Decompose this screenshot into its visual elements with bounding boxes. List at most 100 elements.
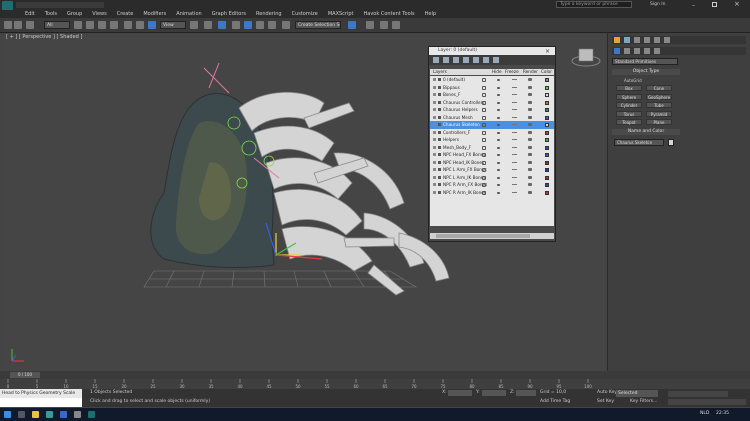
reference-coordinate-dropdown[interactable]: View (160, 21, 186, 29)
undo-icon[interactable] (4, 21, 12, 29)
menu-graph-editors[interactable]: Graph Editors (207, 11, 251, 17)
active-layer-checkbox[interactable] (482, 78, 486, 82)
hierarchy-tab-icon[interactable] (634, 37, 640, 43)
layer-color-swatch[interactable] (545, 108, 549, 112)
modify-tab-icon[interactable] (624, 37, 630, 43)
search-input[interactable]: Type a keyword or phrase (556, 1, 632, 8)
primitive-pyramid-button[interactable]: Pyramid (646, 110, 672, 117)
active-layer-checkbox[interactable] (482, 100, 486, 105)
layer-expand-icon[interactable] (433, 85, 436, 89)
hide-toggle[interactable] (497, 131, 500, 134)
layer-color-swatch[interactable] (545, 183, 549, 187)
layer-row[interactable]: NPC L Arm_IK Bones (430, 174, 554, 182)
freeze-toggle[interactable] (512, 116, 517, 118)
active-layer-checkbox[interactable] (482, 138, 486, 142)
select-by-name-icon[interactable] (86, 21, 94, 29)
render-toggle[interactable] (528, 138, 532, 141)
hide-toggle[interactable] (497, 191, 500, 194)
render-toggle[interactable] (528, 168, 532, 171)
pivot-icon[interactable] (190, 21, 198, 29)
layer-row[interactable]: Chaurus Mesh (430, 114, 554, 122)
active-layer-checkbox[interactable] (482, 145, 486, 150)
motion-tab-icon[interactable] (644, 37, 650, 43)
menu-group[interactable]: Group (62, 11, 87, 17)
render-toggle[interactable] (528, 153, 532, 156)
hide-toggle[interactable] (497, 86, 500, 89)
primitive-tube-button[interactable]: Tube (646, 102, 672, 108)
layer-row[interactable]: Chaurus Skeleton (430, 121, 554, 129)
search-icon[interactable] (18, 411, 25, 418)
freeze-toggle[interactable] (512, 109, 517, 110)
layer-row[interactable]: Chaurus Helpers (430, 106, 554, 114)
maximize-button[interactable] (712, 2, 717, 7)
name-color-rollout[interactable]: Name and Color (612, 129, 680, 135)
select-manipulate-icon[interactable] (204, 21, 212, 29)
layer-color-swatch[interactable] (545, 160, 549, 165)
create-tab-icon[interactable] (614, 37, 620, 43)
freeze-toggle[interactable] (512, 101, 517, 103)
edit-named-selection-icon[interactable] (282, 21, 290, 29)
primitive-plane-button[interactable]: Plane (646, 119, 672, 125)
layer-color-swatch[interactable] (545, 175, 549, 180)
render-toggle[interactable] (528, 78, 532, 81)
layer-close-icon[interactable]: × (545, 48, 550, 55)
layer-row[interactable]: 0 (default) (430, 76, 554, 84)
layer-row[interactable]: NPC L Arm_FX Bones (430, 166, 554, 174)
3dsmax-taskbar-icon[interactable] (88, 411, 95, 418)
close-button[interactable]: × (734, 0, 740, 8)
active-layer-checkbox[interactable] (482, 183, 486, 187)
selection-filter-dropdown[interactable]: All (44, 21, 70, 29)
hide-toggle[interactable] (497, 116, 500, 119)
material-editor-icon[interactable] (366, 21, 374, 29)
render-toggle[interactable] (528, 130, 532, 134)
add-to-layer-icon[interactable] (453, 57, 459, 63)
freeze-toggle[interactable] (512, 131, 517, 133)
active-layer-checkbox[interactable] (482, 190, 486, 195)
shapes-icon[interactable] (624, 48, 630, 54)
layer-expand-icon[interactable] (433, 78, 436, 81)
layer-expand-icon[interactable] (433, 93, 436, 96)
freeze-toggle[interactable] (512, 161, 517, 163)
layer-color-swatch[interactable] (545, 85, 549, 90)
time-slider[interactable]: 0 / 100 (0, 371, 750, 379)
layer-row[interactable]: Bones_F (430, 91, 554, 99)
layer-row[interactable]: Helpers (430, 136, 554, 144)
col-freeze[interactable]: Freeze (505, 69, 519, 75)
hide-toggle[interactable] (497, 176, 500, 179)
render-setup-icon[interactable] (380, 21, 388, 29)
hide-toggle[interactable] (497, 79, 500, 81)
freeze-all-icon[interactable] (493, 57, 499, 63)
active-layer-checkbox[interactable] (482, 108, 486, 112)
hide-toggle[interactable] (497, 154, 500, 156)
time-slider-thumb[interactable]: 0 / 100 (10, 372, 40, 378)
render-toggle[interactable] (528, 145, 532, 149)
col-hide[interactable]: Hide (492, 69, 502, 75)
viewport-navigation[interactable] (668, 399, 746, 405)
auto-key-button[interactable]: Auto Key (597, 390, 617, 395)
active-layer-checkbox[interactable] (482, 115, 486, 120)
layer-row[interactable]: NPC Head_FX Bones (430, 151, 554, 159)
object-type-rollout[interactable]: Object Type (612, 69, 680, 75)
freeze-toggle[interactable] (512, 176, 517, 178)
layer-explorer-icon[interactable] (348, 21, 356, 29)
col-layers[interactable]: Layers (433, 69, 447, 75)
freeze-toggle[interactable] (512, 191, 517, 193)
render-toggle[interactable] (528, 85, 532, 89)
x-coord-field[interactable] (448, 390, 472, 396)
track-bar[interactable]: 0 5 10 15 20 25 30 35 40 45 50 55 60 65 70 75 80 85 90 95 10… (0, 379, 750, 389)
minimize-button[interactable]: – (692, 2, 695, 9)
layer-row[interactable]: Chaurus Controllers (430, 99, 554, 107)
layer-expand-icon[interactable] (433, 115, 436, 119)
layer-expand-icon[interactable] (433, 108, 436, 111)
playback-controls[interactable] (668, 391, 728, 397)
layer-row[interactable]: NPC Head_IK Bones (430, 159, 554, 167)
geometry-icon[interactable] (614, 48, 620, 54)
layer-row[interactable]: NPC R Arm_IK Bones (430, 189, 554, 197)
layer-color-swatch[interactable] (545, 138, 549, 142)
hide-toggle[interactable] (497, 169, 500, 171)
freeze-toggle[interactable] (512, 184, 517, 185)
render-toggle[interactable] (528, 115, 532, 119)
primitive-teapot-button[interactable]: Teapot (616, 119, 642, 125)
layer-expand-icon[interactable] (433, 168, 436, 171)
menu-help[interactable]: Help (420, 11, 441, 17)
